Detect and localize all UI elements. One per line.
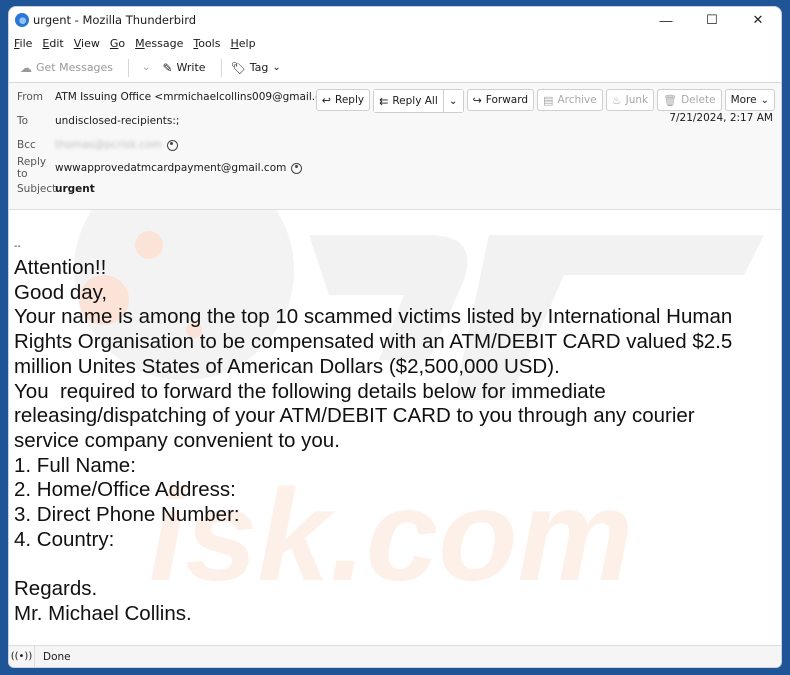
maximize-button[interactable]: ☐	[689, 7, 735, 33]
get-messages-button[interactable]: ☁ Get Messages	[17, 59, 116, 77]
menu-edit[interactable]: Edit	[42, 37, 63, 50]
junk-flame-icon: ♨	[611, 93, 622, 107]
body-line: Rights Organisation to be compensated wi…	[14, 330, 733, 354]
bcc-value[interactable]: thomas@pcrisk.com	[55, 139, 178, 151]
message-header: From ATM Issuing Office <mrmichaelcollin…	[9, 83, 781, 210]
menu-view[interactable]: View	[74, 37, 100, 50]
window-title: urgent - Mozilla Thunderbird	[33, 13, 197, 27]
reply-to-row: Reply to wwwapprovedatmcardpayment@gmail…	[9, 156, 303, 180]
archive-icon: ▤	[543, 93, 554, 107]
to-value[interactable]: undisclosed-recipients:;	[55, 115, 179, 127]
delete-button[interactable]: 🗑 Delete	[657, 89, 722, 111]
message-date: 7/21/2024, 2:17 AM	[669, 112, 773, 124]
reply-to-value[interactable]: wwwapprovedatmcardpayment@gmail.com	[55, 162, 303, 174]
signature-dash: --	[14, 241, 21, 252]
reply-all-icon: ⇇	[379, 94, 389, 108]
body-line-blank	[14, 552, 781, 577]
body-line: Mr. Michael Collins.	[14, 601, 192, 625]
chevron-down-icon: ⌄	[272, 62, 281, 73]
close-button[interactable]: ✕	[735, 7, 781, 33]
more-button[interactable]: More ⌄	[724, 89, 775, 111]
title-bar: urgent - Mozilla Thunderbird — ☐ ✕	[9, 7, 781, 33]
online-status-icon[interactable]: ((•))	[9, 646, 35, 667]
body-line: Attention!!	[14, 256, 107, 279]
reply-button[interactable]: ↩ Reply	[315, 89, 371, 111]
chevron-down-icon: ⌄	[142, 62, 151, 73]
toolbar-divider	[128, 58, 130, 77]
body-line: 3. Direct Phone Number:	[14, 503, 240, 527]
reply-all-button[interactable]: ⇇ Reply All	[374, 90, 443, 112]
menu-bar: File Edit View Go Message Tools Help	[9, 33, 781, 53]
bcc-row: Bcc thomas@pcrisk.com	[9, 135, 178, 155]
body-line: 4. Country:	[14, 527, 115, 551]
reply-all-split: ⇇ Reply All ⌄	[373, 89, 464, 113]
menu-help[interactable]: Help	[230, 37, 255, 50]
tag-button[interactable]: 🏷 Tag ⌄	[228, 59, 284, 77]
subject-row: Subject urgent	[9, 179, 95, 199]
from-row: From ATM Issuing Office <mrmichaelcollin…	[9, 87, 363, 107]
body-line: 1. Full Name:	[14, 453, 136, 477]
body-line: Regards.	[14, 577, 98, 601]
toolbar-divider	[220, 58, 222, 77]
menu-message[interactable]: Message	[135, 37, 183, 50]
reply-to-label: Reply to	[17, 156, 47, 180]
to-row: To undisclosed-recipients:;	[9, 111, 179, 131]
to-label: To	[17, 115, 29, 127]
junk-button[interactable]: ♨ Junk	[605, 89, 655, 111]
get-messages-dropdown[interactable]: ⌄	[135, 60, 153, 75]
body-line: Your name is among the top 10 scammed vi…	[14, 305, 733, 329]
chevron-down-icon: ⌄	[760, 94, 769, 106]
bcc-label: Bcc	[17, 139, 36, 151]
pencil-icon: ✎	[162, 60, 173, 75]
main-toolbar: ☁ Get Messages ⌄ ✎ Write 🏷 Tag ⌄	[9, 53, 781, 83]
chevron-down-icon: ⌄	[448, 95, 458, 107]
thunderbird-window: urgent - Mozilla Thunderbird — ☐ ✕ File …	[8, 6, 782, 668]
minimize-button[interactable]: —	[643, 7, 689, 33]
body-line: million Unites States of American Dollar…	[14, 354, 560, 378]
body-line: Good day,	[14, 280, 108, 304]
message-actions: ↩ Reply ⇇ Reply All ⌄ ↪ Forward ▤ Archiv…	[313, 89, 775, 113]
menu-file[interactable]: File	[14, 37, 32, 50]
cloud-download-icon: ☁	[20, 60, 32, 75]
forward-button[interactable]: ↪ Forward	[466, 89, 535, 111]
status-text: Done	[43, 650, 71, 663]
from-label: From	[17, 91, 44, 103]
archive-button[interactable]: ▤ Archive	[537, 89, 603, 111]
trash-icon: 🗑	[663, 93, 678, 107]
body-line: service company convenient to you.	[14, 428, 340, 452]
reply-all-dropdown[interactable]: ⌄	[443, 90, 463, 112]
tag-icon: 🏷	[230, 60, 246, 75]
message-body: isk.com -- Attention!! Good day, Your na…	[9, 210, 781, 648]
contact-icon[interactable]	[291, 162, 303, 174]
write-button[interactable]: ✎ Write	[159, 59, 208, 77]
menu-go[interactable]: Go	[110, 37, 125, 50]
subject-label: Subject	[17, 183, 57, 195]
contact-icon[interactable]	[166, 139, 178, 151]
body-line: releasing/dispatching of your ATM/DEBIT …	[14, 404, 695, 428]
reply-icon: ↩	[321, 93, 332, 107]
body-line: You required to forward the following de…	[14, 379, 606, 403]
thunderbird-logo-icon	[15, 13, 29, 27]
menu-tools[interactable]: Tools	[193, 37, 220, 50]
message-text: -- Attention!! Good day, Your name is am…	[9, 210, 781, 627]
window-controls: — ☐ ✕	[643, 7, 781, 33]
subject-value: urgent	[55, 183, 95, 195]
body-line: 2. Home/Office Address:	[14, 478, 236, 502]
status-bar: ((•)) Done	[9, 645, 781, 667]
forward-icon: ↪	[472, 93, 482, 107]
